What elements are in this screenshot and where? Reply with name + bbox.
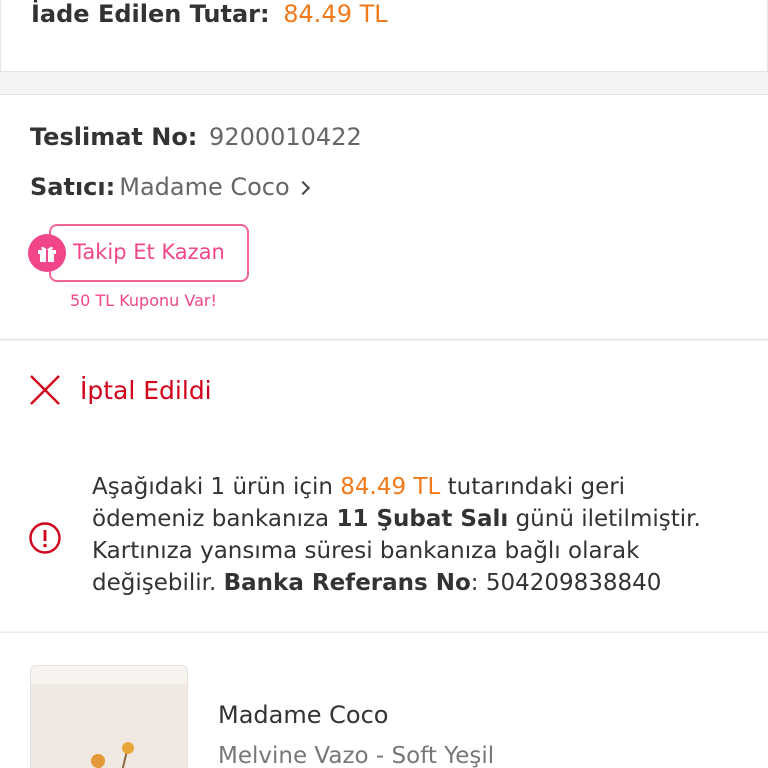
info-amount: 84.49 TL (340, 474, 441, 500)
seller-label: Satıcı: (30, 173, 116, 201)
coupon-text: 50 TL Kuponu Var! (70, 291, 217, 310)
refund-card: İade Edilen Tutar: 84.49 TL (0, 0, 768, 72)
refund-amount-row: İade Edilen Tutar: 84.49 TL (31, 0, 388, 28)
status-row: İptal Edildi (28, 373, 212, 407)
delivery-number-label: Teslimat No: (30, 123, 198, 151)
delivery-number-value: 9200010422 (209, 123, 362, 151)
chevron-right-icon[interactable] (295, 180, 310, 196)
info-date: 11 Şubat Salı (336, 506, 509, 532)
info-text-part4: : (470, 570, 486, 596)
product-image[interactable] (30, 665, 188, 768)
follow-and-earn-button[interactable]: Takip Et Kazan (49, 224, 249, 282)
bank-ref-value: 504209838840 (485, 570, 662, 596)
info-text-part1: Aşağıdaki 1 ürün için (92, 474, 341, 500)
product-brand: Madame Coco (218, 701, 389, 729)
delivery-number-row: Teslimat No: 9200010422 (30, 123, 362, 151)
delivery-card: Teslimat No: 9200010422 Satıcı: Madame C… (0, 94, 768, 340)
bank-ref-label: Banka Referans No (223, 570, 471, 596)
close-icon (30, 375, 60, 405)
status-label: İptal Edildi (80, 375, 212, 405)
status-card: İptal Edildi Aşağıdaki 1 ürün için 84.49… (0, 341, 768, 631)
product-card[interactable]: Madame Coco Melvine Vazo - Soft Yeşil (0, 632, 768, 768)
product-name[interactable]: Melvine Vazo - Soft Yeşil (218, 743, 494, 768)
seller-link[interactable]: Madame Coco (119, 173, 289, 201)
refund-label: İade Edilen Tutar: (31, 0, 270, 28)
gift-icon (28, 234, 66, 272)
info-icon (29, 522, 61, 554)
refund-value: 84.49 TL (283, 0, 388, 28)
refund-info-text: Aşağıdaki 1 ürün için 84.49 TL tutarında… (92, 471, 742, 599)
seller-row[interactable]: Satıcı: Madame Coco (30, 173, 310, 201)
follow-button-label: Takip Et Kazan (73, 240, 225, 264)
